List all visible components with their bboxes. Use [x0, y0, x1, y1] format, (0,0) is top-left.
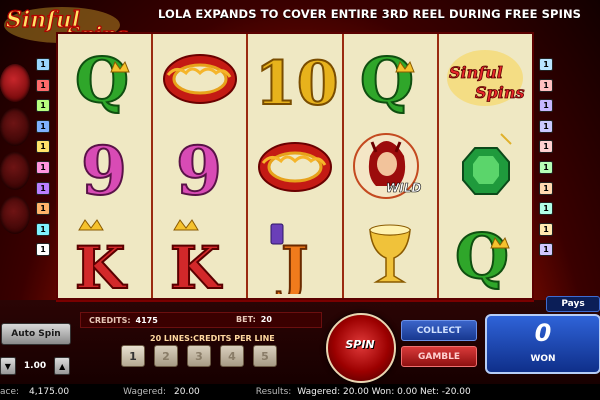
payline-marker-left-5: 1 [36, 140, 50, 154]
credits-per-line-2-button[interactable]: 2 [154, 345, 178, 367]
reel-2: 9 K [153, 34, 249, 298]
payline-marker-right-8: 1 [539, 202, 553, 216]
coin-increase-button[interactable]: ▲ [54, 357, 71, 375]
ring-symbol [248, 122, 341, 210]
status-bar: ace: 4,175.00 Wagered: 20.00 Results: Wa… [0, 384, 600, 400]
svg-text:K: K [75, 234, 128, 294]
k-symbol: K [58, 210, 151, 298]
credits-per-line-4-button[interactable]: 4 [220, 345, 244, 367]
side-logo-icon [0, 108, 30, 146]
wagered-label: Wagered: [123, 387, 166, 397]
credits-per-line-5-button[interactable]: 5 [253, 345, 277, 367]
reel-5: Sinful Spins Q [439, 34, 532, 298]
spin-label: SPIN [345, 338, 375, 351]
svg-text:Q: Q [360, 44, 414, 117]
svg-text:Sinful: Sinful [449, 63, 503, 82]
bet-value: 20 [260, 314, 272, 324]
bet-display: BET: 20 [236, 312, 320, 326]
payline-marker-right-1: 1 [539, 58, 553, 71]
reel-1: Q 9 K [58, 34, 154, 298]
svg-text:Q: Q [455, 220, 509, 293]
logo-symbol: Sinful Spins [439, 34, 532, 122]
svg-text:10: 10 [255, 49, 337, 118]
payline-marker-left-9: 1 [36, 222, 50, 236]
payline-marker-left-10: 1 [36, 243, 50, 257]
won-display: 0 WON [485, 314, 600, 374]
payline-marker-right-9: 1 [539, 222, 553, 236]
nine-symbol: 9 [153, 122, 246, 210]
payline-marker-right-7: 1 [539, 181, 553, 195]
payline-marker-right-2: 1 [539, 78, 553, 92]
payline-marker-right-4: 1 [539, 119, 553, 133]
lola-wild-symbol: WILD [344, 122, 437, 210]
svg-text:9: 9 [81, 132, 127, 206]
balance-value: 4,175.00 [29, 387, 70, 397]
credits-per-line-3-button[interactable]: 3 [187, 345, 211, 367]
payline-marker-right-3: 1 [539, 99, 553, 113]
payline-marker-right-6: 1 [539, 160, 553, 174]
bet-label: BET: [236, 314, 256, 324]
coin-value-control: ▼ 1.00 ▲ [0, 357, 71, 375]
reel-window: Q 9 K 9 K 10 J Q WILD Sinful Spins Q [56, 32, 534, 300]
q-symbol: Q [344, 34, 437, 122]
collect-button[interactable]: COLLECT [401, 320, 477, 341]
q-symbol: Q [58, 34, 151, 122]
svg-text:Spins: Spins [475, 83, 524, 102]
j-symbol: J [248, 210, 341, 298]
reel-3: 10 J [248, 34, 344, 298]
wild-label: WILD [386, 181, 421, 195]
payline-marker-left-3: 1 [36, 99, 50, 113]
k-symbol: K [153, 210, 246, 298]
side-logo-icon [0, 196, 30, 234]
feature-banner: LOLA EXPANDS TO COVER ENTIRE 3RD REEL DU… [158, 7, 582, 21]
pays-button[interactable]: Pays [546, 296, 600, 312]
svg-text:Q: Q [75, 44, 129, 117]
credits-per-line-selector: 1 2 3 4 5 [121, 345, 281, 367]
lines-credits-title: 20 LINES:CREDITS PER LINE [150, 334, 275, 343]
ring-symbol [153, 34, 246, 122]
payline-marker-left-7: 1 [36, 181, 50, 195]
payline-marker-left-4: 1 [36, 119, 50, 133]
auto-spin-button[interactable]: Auto Spin [1, 323, 71, 345]
side-logo-icon [0, 64, 30, 102]
payline-marker-left-8: 1 [36, 202, 50, 216]
paylines-right: 1 1 1 1 1 1 1 1 1 1 [539, 58, 553, 264]
ten-symbol: 10 [248, 34, 341, 122]
nine-symbol: 9 [58, 122, 151, 210]
results-text: Wagered: 20.00 Won: 0.00 Net: -20.00 [297, 387, 471, 397]
payline-marker-left-6: 1 [36, 160, 50, 174]
won-label: WON [530, 354, 556, 364]
svg-text:K: K [170, 234, 223, 294]
paylines-left: 1 1 1 1 1 1 1 1 1 1 [36, 58, 50, 264]
q-symbol: Q [439, 210, 532, 298]
won-value: 0 [534, 319, 552, 347]
svg-text:J: J [276, 234, 308, 294]
balance-label: ace: [0, 387, 20, 397]
gamble-button[interactable]: GAMBLE [401, 346, 477, 367]
payline-marker-right-10: 1 [539, 243, 553, 257]
results-label: Results: [255, 387, 292, 397]
svg-text:9: 9 [176, 132, 222, 206]
panel-divider [56, 300, 534, 302]
wagered-value: 20.00 [174, 387, 200, 397]
payline-marker-right-5: 1 [539, 140, 553, 154]
side-logo-icon [0, 152, 30, 190]
credits-per-line-1-button[interactable]: 1 [121, 345, 145, 367]
coin-value: 1.00 [23, 361, 47, 371]
credits-value: 4175 [135, 315, 158, 325]
chalice-symbol [344, 210, 437, 298]
payline-marker-left-2: 1 [36, 78, 50, 92]
coin-decrease-button[interactable]: ▼ [0, 357, 16, 375]
payline-marker-left-1: 1 [36, 58, 50, 71]
credits-label: CREDITS: [89, 315, 131, 325]
reel-4: Q WILD [344, 34, 439, 298]
emerald-symbol [439, 122, 532, 210]
